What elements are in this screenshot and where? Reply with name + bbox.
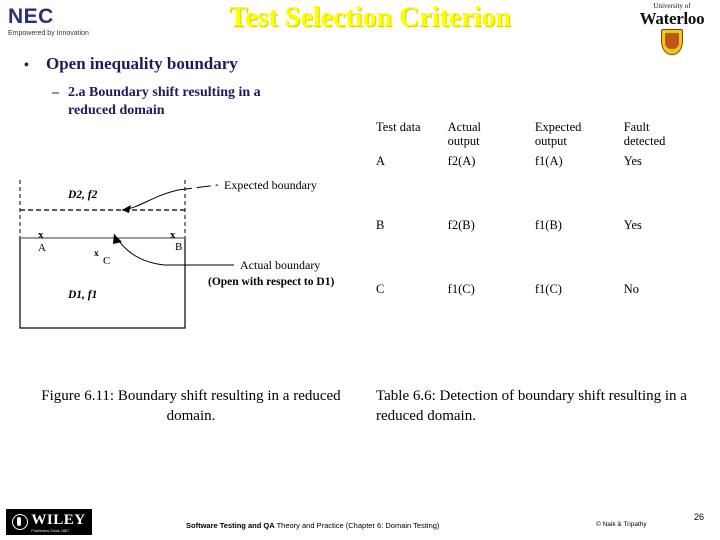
cell-fault-detected: Yes [623, 218, 642, 232]
d1-region-label: D1, f1 [67, 289, 97, 301]
figure-svg: D2, f2 D1, f1 x A x B x C Expected bound… [19, 178, 334, 329]
table-row: C f1(C) f1(C) No [376, 282, 712, 346]
actual-boundary-leader [113, 233, 165, 266]
page-number: 26 [694, 512, 705, 522]
footer-book-title-bold: Software Testing and QA [186, 521, 275, 530]
actual-boundary-sub-annotation: (Open with respect to D1) [208, 276, 334, 288]
bullet-level1-label: Open inequality boundary [46, 54, 238, 73]
wiley-wordmark: WILEY [31, 511, 86, 528]
expected-label-leader [177, 184, 219, 191]
point-a-marker-icon: x [38, 229, 44, 241]
column-header-actual-output-line1: Actual [447, 120, 481, 134]
column-header-expected-output: Expected output [535, 120, 624, 154]
column-header-fault-detected: Fault detected [624, 120, 712, 154]
figure-caption-line1: Figure 6.11: Boundary shift resulting in… [41, 388, 290, 404]
bullet-level2-label-line2: reduced domain [68, 103, 165, 118]
column-header-actual-output-line2: output [447, 134, 480, 148]
cell-test-data: A [376, 154, 386, 168]
table-caption-line1: Table 6.6: Detection of boundary [376, 388, 575, 404]
waterloo-logo-line2: Waterloo [639, 9, 705, 28]
table-row: A f2(A) f1(A) Yes [376, 154, 712, 218]
nec-wordmark: NEC [8, 5, 54, 28]
cell-expected-output: f1(C) [534, 282, 562, 296]
cell-actual-output: f2(A) [447, 154, 476, 168]
bullet-dot-icon: • [24, 58, 29, 73]
waterloo-logo: University of Waterloo [628, 2, 716, 55]
column-header-fault-detected-line1: Fault [623, 120, 650, 134]
footer-book-title: Software Testing and QA Theory and Pract… [186, 521, 439, 530]
waterloo-shield-icon [661, 29, 683, 55]
table-row: B f2(B) f1(B) Yes [376, 218, 712, 282]
cell-expected-output: f1(B) [534, 218, 562, 232]
boundary-shift-figure: D2, f2 D1, f1 x A x B x C Expected bound… [12, 168, 372, 338]
bullet-level1: • Open inequality boundary [24, 54, 238, 74]
detection-table: Test data Actual output Expected output … [376, 120, 712, 346]
point-b-label: B [175, 241, 182, 253]
point-a-label: A [38, 242, 46, 254]
cell-expected-output: f1(A) [534, 154, 563, 168]
cell-actual-output: f1(C) [447, 282, 475, 296]
column-header-test-data: Test data [376, 120, 448, 154]
cell-test-data: B [376, 218, 385, 232]
expected-boundary-annotation: Expected boundary [224, 178, 317, 192]
bullet-level2: –2.a Boundary shift resulting in a reduc… [52, 84, 332, 120]
actual-boundary-annotation: Actual boundary [240, 258, 320, 272]
cell-test-data: C [376, 282, 385, 296]
column-header-expected-output-line1: Expected [534, 120, 582, 134]
table-header-row: Test data Actual output Expected output … [376, 120, 712, 154]
cell-fault-detected: Yes [623, 154, 642, 168]
wiley-sub-label: Publishers Since 1807 [31, 528, 70, 533]
point-c-marker-icon: x [94, 249, 99, 259]
column-header-expected-output-line2: output [534, 134, 567, 148]
bullet-dash-icon: – [52, 85, 59, 100]
point-c-label: C [103, 255, 110, 267]
d2-region-label: D2, f2 [67, 189, 98, 201]
bullet-level2-label-line1: 2.a Boundary shift resulting in a [68, 85, 261, 100]
cell-actual-output: f2(B) [447, 218, 475, 232]
wiley-logo: WILEY Publishers Since 1807 [6, 509, 92, 535]
column-header-test-data-line1: Test data [376, 120, 421, 134]
nec-logo: NEC Empowered by Innovation [8, 6, 118, 42]
figure-caption: Figure 6.11: Boundary shift resulting in… [16, 386, 366, 426]
column-header-fault-detected-line2: detected [623, 134, 666, 148]
footer-copyright: © Naik & Tripathy [596, 521, 647, 528]
cell-fault-detected: No [623, 282, 640, 296]
expected-boundary-arrowhead [122, 205, 131, 213]
nec-tagline: Empowered by Innovation [8, 30, 89, 37]
wiley-emblem-icon [12, 514, 29, 530]
slide-title: Test Selection Criterion [228, 2, 512, 33]
wiley-text-block: WILEY Publishers Since 1807 [31, 511, 85, 534]
table-caption: Table 6.6: Detection of boundary shift r… [376, 386, 706, 426]
column-header-actual-output: Actual output [448, 120, 535, 154]
footer-book-title-rest: Theory and Practice (Chapter 6: Domain T… [274, 521, 440, 530]
point-b-marker-icon: x [170, 229, 176, 241]
